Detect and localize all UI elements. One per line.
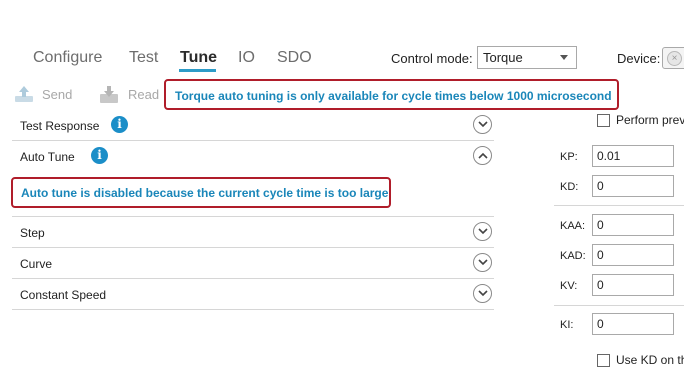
info-icon[interactable]: i	[91, 147, 108, 164]
info-icon[interactable]: i	[111, 116, 128, 133]
tab-configure[interactable]: Configure	[33, 49, 102, 67]
device-selector[interactable]: ×	[662, 47, 684, 69]
use-kd-label: Use KD on th	[616, 353, 684, 367]
device-label: Device:	[617, 51, 661, 66]
chevron-down-icon[interactable]	[473, 222, 492, 241]
chevron-down-icon[interactable]	[473, 284, 492, 303]
auto-tune-disabled-banner: Auto tune is disabled because the curren…	[11, 177, 391, 208]
ki-label: KI:	[560, 319, 574, 331]
section-label: Curve	[20, 257, 53, 271]
section-label: Constant Speed	[20, 288, 107, 302]
tab-io[interactable]: IO	[238, 49, 255, 67]
read-icon	[100, 86, 118, 103]
kv-input[interactable]: 0	[592, 274, 674, 296]
section-label: Test Response	[20, 119, 100, 133]
chevron-up-icon[interactable]	[473, 146, 492, 165]
read-label: Read	[128, 87, 160, 102]
torque-tuning-warning-banner: Torque auto tuning is only available for…	[164, 79, 619, 110]
kad-input[interactable]: 0	[592, 244, 674, 266]
kp-label: KP:	[560, 151, 578, 163]
ki-input[interactable]: 0	[592, 313, 674, 335]
section-auto-tune[interactable]: Auto Tune i	[12, 141, 494, 172]
tab-tune[interactable]: Tune	[180, 49, 217, 67]
perform-prev-checkbox[interactable]	[597, 114, 610, 127]
section-test-response[interactable]: Test Response i	[12, 110, 494, 141]
tab-sdo[interactable]: SDO	[277, 49, 312, 67]
kad-label: KAD:	[560, 250, 586, 262]
clear-icon[interactable]: ×	[667, 51, 682, 66]
tab-test[interactable]: Test	[129, 49, 158, 67]
kaa-label: KAA:	[560, 220, 586, 232]
read-button[interactable]: Read	[98, 84, 160, 104]
use-kd-checkbox[interactable]	[597, 354, 610, 367]
divider	[554, 205, 684, 206]
section-constant-speed[interactable]: Constant Speed	[12, 279, 494, 310]
section-label: Auto Tune	[20, 150, 75, 164]
chevron-down-icon[interactable]	[473, 115, 492, 134]
divider	[554, 305, 684, 306]
active-tab-indicator	[179, 69, 216, 72]
perform-prev-label: Perform prev	[616, 113, 684, 127]
kd-label: KD:	[560, 181, 579, 193]
send-label: Send	[42, 87, 73, 102]
control-mode-label: Control mode:	[391, 51, 473, 66]
send-icon	[15, 86, 33, 102]
control-mode-select[interactable]: Torque	[477, 46, 577, 69]
kd-input[interactable]: 0	[592, 175, 674, 197]
section-label: Step	[20, 226, 45, 240]
kv-label: KV:	[560, 280, 578, 292]
kp-input[interactable]: 0.01	[592, 145, 674, 167]
control-mode-value: Torque	[483, 50, 523, 65]
kaa-input[interactable]: 0	[592, 214, 674, 236]
chevron-down-icon[interactable]	[473, 253, 492, 272]
section-step[interactable]: Step	[12, 217, 494, 248]
section-curve[interactable]: Curve	[12, 248, 494, 279]
chevron-down-icon	[560, 55, 568, 60]
send-button[interactable]: Send	[13, 84, 73, 104]
